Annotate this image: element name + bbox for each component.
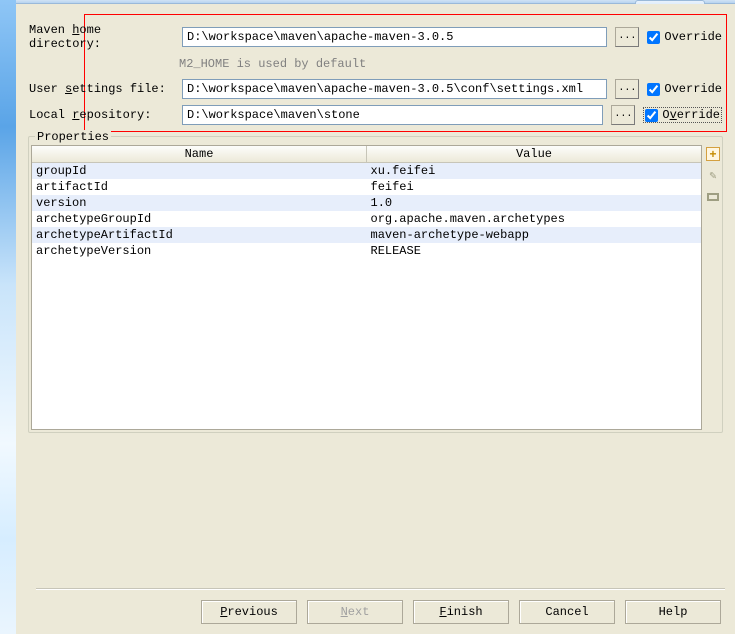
add-icon[interactable]: + (706, 147, 720, 161)
property-value-cell: xu.feifei (367, 163, 702, 179)
properties-header-row: Name Value (32, 146, 701, 163)
next-button: Next (307, 600, 403, 624)
property-value-cell: feifei (367, 179, 702, 195)
maven-home-row: Maven home directory: ... Override (29, 23, 722, 51)
properties-table-wrap: Name Value groupIdxu.feifeiartifactIdfei… (31, 145, 720, 430)
value-column-header[interactable]: Value (367, 146, 701, 162)
properties-panel: Properties Name Value groupIdxu.feifeiar… (28, 136, 723, 433)
previous-button[interactable]: Previous (201, 600, 297, 624)
maven-home-label: Maven home directory: (29, 23, 174, 51)
table-row[interactable]: version1.0 (32, 195, 701, 211)
user-settings-row: User settings file: ... Override (29, 79, 722, 99)
main-panel: Maven home directory: ... Override M2_HO… (16, 4, 735, 634)
property-name-cell: archetypeArtifactId (32, 227, 367, 243)
override-label: Override (664, 30, 722, 44)
property-name-cell: artifactId (32, 179, 367, 195)
properties-legend: Properties (35, 130, 111, 144)
property-name-cell: version (32, 195, 367, 211)
table-row[interactable]: archetypeArtifactIdmaven-archetype-webap… (32, 227, 701, 243)
user-settings-override-checkbox[interactable] (647, 83, 660, 96)
finish-button[interactable]: Finish (413, 600, 509, 624)
remove-icon[interactable] (706, 191, 720, 205)
edit-icon[interactable]: ✎ (706, 169, 720, 183)
maven-home-input[interactable] (182, 27, 607, 47)
maven-settings-group: Maven home directory: ... Override M2_HO… (84, 14, 727, 132)
name-column-header[interactable]: Name (32, 146, 367, 162)
local-repo-override[interactable]: Override (643, 107, 722, 123)
table-row[interactable]: archetypeVersionRELEASE (32, 243, 701, 259)
table-row[interactable]: archetypeGroupIdorg.apache.maven.archety… (32, 211, 701, 227)
properties-toolbar: + ✎ (702, 145, 720, 430)
property-value-cell: 1.0 (367, 195, 702, 211)
table-row[interactable]: artifactIdfeifei (32, 179, 701, 195)
property-name-cell: archetypeGroupId (32, 211, 367, 227)
local-repo-label: Local repository: (29, 108, 174, 122)
local-repo-input[interactable] (182, 105, 603, 125)
properties-fieldset: Properties Name Value groupIdxu.feifeiar… (28, 136, 723, 433)
property-name-cell: groupId (32, 163, 367, 179)
user-settings-label: User settings file: (29, 82, 174, 96)
property-name-cell: archetypeVersion (32, 243, 367, 259)
table-row[interactable]: groupIdxu.feifei (32, 163, 701, 179)
user-settings-override[interactable]: Override (647, 82, 722, 96)
maven-home-help-text: M2_HOME is used by default (179, 57, 722, 71)
separator (36, 588, 725, 590)
wizard-button-bar: Previous Next Finish Cancel Help (201, 600, 721, 624)
property-value-cell: maven-archetype-webapp (367, 227, 702, 243)
user-settings-browse-button[interactable]: ... (615, 79, 639, 99)
wizard-side-banner (0, 0, 16, 634)
properties-table[interactable]: Name Value groupIdxu.feifeiartifactIdfei… (31, 145, 702, 430)
help-button[interactable]: Help (625, 600, 721, 624)
override-label: Override (662, 108, 720, 122)
local-repo-row: Local repository: ... Override (29, 105, 722, 125)
cancel-button[interactable]: Cancel (519, 600, 615, 624)
properties-body: groupIdxu.feifeiartifactIdfeifeiversion1… (32, 163, 701, 259)
property-value-cell: RELEASE (367, 243, 702, 259)
user-settings-input[interactable] (182, 79, 607, 99)
local-repo-browse-button[interactable]: ... (611, 105, 635, 125)
property-value-cell: org.apache.maven.archetypes (367, 211, 702, 227)
maven-home-override[interactable]: Override (647, 30, 722, 44)
maven-home-browse-button[interactable]: ... (615, 27, 639, 47)
override-label: Override (664, 82, 722, 96)
local-repo-override-checkbox[interactable] (645, 109, 658, 122)
maven-home-override-checkbox[interactable] (647, 31, 660, 44)
